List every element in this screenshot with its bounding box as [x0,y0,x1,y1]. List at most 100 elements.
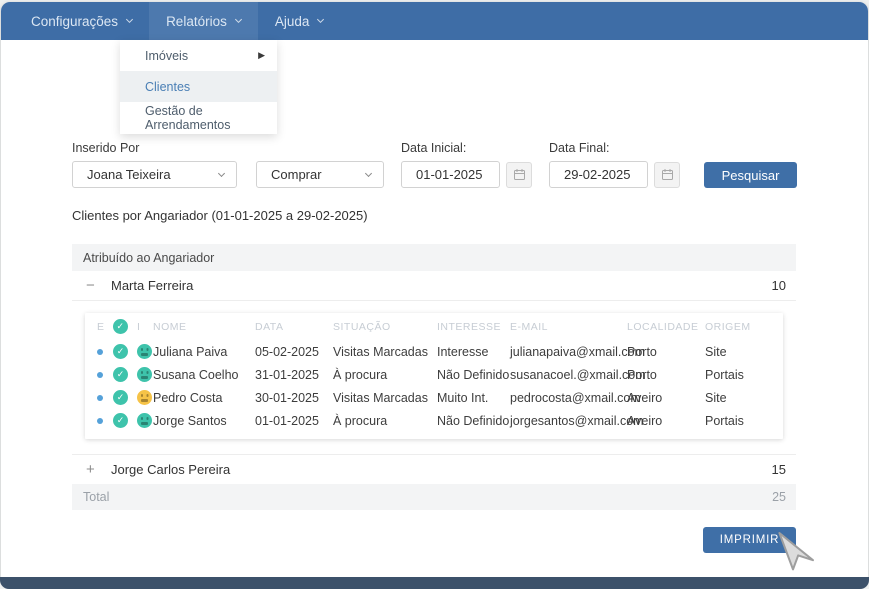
check-circle-icon [113,413,128,428]
group-row-jorge-carlos-pereira[interactable]: + Jorge Carlos Pereira 15 [72,454,796,484]
cell-date: 05-02-2025 [255,345,333,359]
data-final-input[interactable] [549,161,648,188]
table-row[interactable]: Pedro Costa 30-01-2025 Visitas Marcadas … [85,386,783,409]
calendar-icon [661,168,674,181]
col-header-nome: NOME [153,321,255,333]
check-circle-icon [113,344,128,359]
cell-interest: Não Definido [437,414,510,428]
status-dot-icon [97,418,103,424]
col-header-e: E [97,321,113,333]
menu-item-clientes[interactable]: Clientes [120,71,277,102]
total-value: 25 [772,490,786,504]
col-header-situacao: SITUAÇÃO [333,321,437,333]
cell-name: Pedro Costa [153,391,255,405]
group-count: 10 [772,278,786,293]
menu-item-imoveis[interactable]: Imóveis ▶ [120,40,277,71]
app-window: Configurações Relatórios Ajuda Imóveis ▶… [1,2,868,585]
tipo-value: Comprar [271,167,322,182]
status-dot-icon [97,372,103,378]
nav-item-relatorios[interactable]: Relatórios [149,2,258,40]
chevron-down-icon [317,16,324,23]
cell-date: 01-01-2025 [255,414,333,428]
tipo-select[interactable]: Comprar [256,161,384,188]
chevron-down-icon [235,16,242,23]
group-name: Marta Ferreira [111,278,193,293]
report-title: Clientes por Angariador (01-01-2025 a 29… [72,208,368,223]
imprimir-button[interactable]: IMPRIMIR [703,527,796,553]
menu-item-label: Clientes [145,80,190,94]
report-table: Atribuído ao Angariador − Marta Ferreira… [72,244,796,510]
cell-origin: Site [705,345,783,359]
cell-email: pedrocosta@xmail.com [510,391,627,405]
chevron-down-icon [126,16,133,23]
cell-situation: Visitas Marcadas [333,345,437,359]
cell-locality: Aveiro [627,391,705,405]
data-inicial-input[interactable] [401,161,500,188]
chevron-down-icon [365,169,372,176]
col-header-data: DATA [255,321,333,333]
cell-locality: Porto [627,368,705,382]
cell-email: jorgesantos@xmail.com [510,414,627,428]
total-row: Total 25 [72,484,796,510]
mood-face-icon [137,413,152,428]
col-header-localidade: LOCALIDADE [627,321,705,333]
cell-interest: Muito Int. [437,391,510,405]
cell-name: Jorge Santos [153,414,255,428]
group-row-marta-ferreira[interactable]: − Marta Ferreira 10 [72,271,796,301]
cell-date: 31-01-2025 [255,368,333,382]
check-circle-icon [113,390,128,405]
check-circle-icon [113,367,128,382]
cell-locality: Porto [627,345,705,359]
data-inicial-label: Data Inicial: [401,141,532,155]
table-row[interactable]: Jorge Santos 01-01-2025 À procura Não De… [85,409,783,432]
clients-table-header: E I NOME DATA SITUAÇÃO INTERESSE E-MAIL … [85,313,783,340]
cell-locality: Aveiro [627,414,705,428]
table-row[interactable]: Susana Coelho 31-01-2025 À procura Não D… [85,363,783,386]
menu-item-label: Imóveis [145,49,188,63]
data-final-label: Data Final: [549,141,680,155]
mood-face-icon [137,367,152,382]
inserido-por-value: Joana Teixeira [87,167,171,182]
menu-item-label: Gestão de Arrendamentos [145,104,265,132]
cell-origin: Portais [705,414,783,428]
relatorios-dropdown-menu: Imóveis ▶ Clientes Gestão de Arrendament… [120,40,277,134]
collapse-icon[interactable]: − [86,279,100,293]
expand-icon[interactable]: + [86,463,100,477]
total-label: Total [83,490,109,504]
cell-date: 30-01-2025 [255,391,333,405]
inserido-por-select[interactable]: Joana Teixeira [72,161,237,188]
group-count: 15 [772,462,786,477]
filter-bar: Inserido Por Joana Teixeira Comprar Data… [72,141,797,188]
pesquisar-button[interactable]: Pesquisar [704,162,797,188]
nav-item-label: Configurações [31,14,118,29]
cell-name: Juliana Paiva [153,345,255,359]
data-inicial-calendar-button[interactable] [506,162,532,188]
cell-situation: Visitas Marcadas [333,391,437,405]
table-row[interactable]: Juliana Paiva 05-02-2025 Visitas Marcada… [85,340,783,363]
inserido-por-label: Inserido Por [72,141,237,155]
status-dot-icon [97,349,103,355]
group-detail-section: E I NOME DATA SITUAÇÃO INTERESSE E-MAIL … [72,301,796,454]
nav-item-ajuda[interactable]: Ajuda [258,2,341,40]
top-navbar: Configurações Relatórios Ajuda [1,2,868,40]
cell-situation: À procura [333,414,437,428]
col-header-origem: ORIGEM [705,321,783,333]
nav-item-configuracoes[interactable]: Configurações [14,2,149,40]
calendar-icon [513,168,526,181]
nav-item-label: Relatórios [166,14,227,29]
data-final-calendar-button[interactable] [654,162,680,188]
check-circle-icon [113,319,128,334]
submenu-arrow-icon: ▶ [258,50,265,61]
status-dot-icon [97,395,103,401]
nav-item-label: Ajuda [275,14,310,29]
col-header-interesse: INTERESSE [437,321,510,333]
cell-email: susanacoel.@xmail.com [510,368,627,382]
mood-face-icon [137,390,152,405]
window-bottom-edge [0,577,869,589]
cell-interest: Interesse [437,345,510,359]
cell-email: julianapaiva@xmail.com [510,345,627,359]
cell-interest: Não Definido [437,368,510,382]
menu-item-gestao-arrendamentos[interactable]: Gestão de Arrendamentos [120,102,277,133]
chevron-down-icon [218,169,225,176]
mood-face-icon [137,344,152,359]
